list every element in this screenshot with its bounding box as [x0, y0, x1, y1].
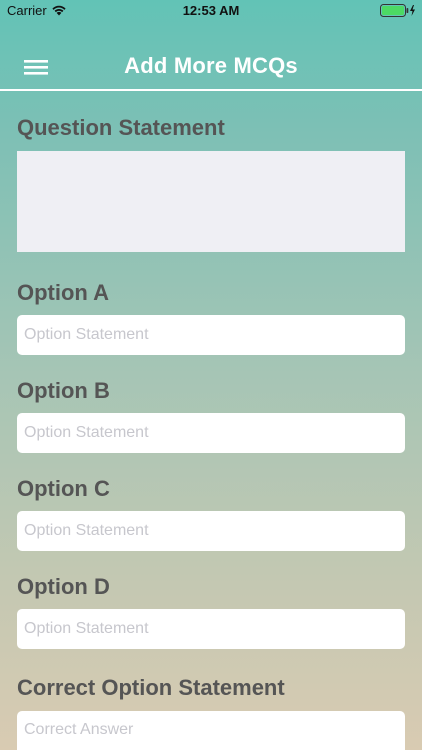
option-a-label: Option A: [17, 280, 110, 305]
option-c-input[interactable]: Option Statement: [17, 511, 405, 551]
option-a-input[interactable]: Option Statement: [17, 315, 405, 355]
status-bar: Carrier 12:53 AM: [0, 0, 422, 22]
option-b-label: Option B: [17, 378, 110, 403]
page-title: Add More MCQs: [124, 53, 298, 78]
question-statement-label: Question Statement: [17, 115, 225, 140]
option-c-label: Option C: [17, 476, 110, 501]
status-time: 12:53 AM: [182, 3, 240, 18]
correct-option-label: Correct Option Statement: [17, 675, 285, 700]
option-d-label: Option D: [17, 574, 110, 599]
question-statement-input[interactable]: [17, 151, 405, 252]
option-b-input[interactable]: Option Statement: [17, 413, 405, 453]
correct-answer-input[interactable]: Correct Answer: [17, 711, 405, 750]
navigation-bar: Add More MCQs: [0, 22, 422, 89]
nav-divider: [0, 89, 422, 91]
battery-charging-icon: [380, 4, 418, 17]
option-d-input[interactable]: Option Statement: [17, 609, 405, 649]
